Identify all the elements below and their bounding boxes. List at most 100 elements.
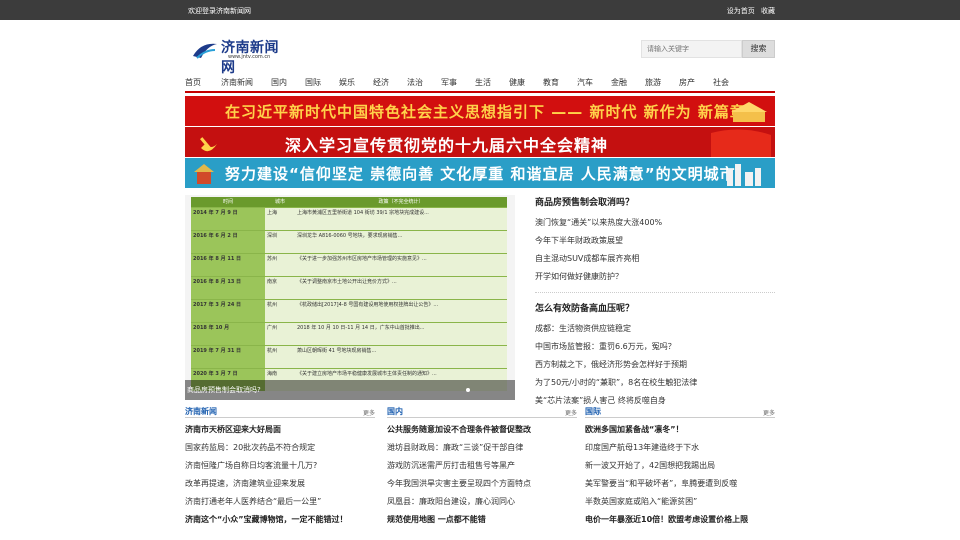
nav-item[interactable]: 旅游	[645, 75, 661, 91]
banner-area: 在习近平新时代中国特色社会主义思想指引下 —— 新时代 新作为 新篇章 深入学习…	[185, 96, 775, 188]
news-link[interactable]: 济南这个“小众”宝藏博物馆，一定不能错过！	[185, 511, 375, 529]
headline-link[interactable]: 中国市场监管报：重罚6.6万元，冤吗？	[535, 341, 775, 359]
table-cell-policy: 上海市黄浦区五里桥街道 104 街坊 39/1 宗地块完成建设...	[295, 206, 507, 230]
more-link[interactable]: 更多	[763, 408, 775, 417]
headline-list: 商品房预售制会取消吗？ 澳门恢复“通关”以来热度大涨400% 今年下半年财政政策展望…	[535, 195, 775, 413]
table-cell-city: 广州	[265, 321, 295, 345]
headline-link[interactable]: 今年下半年财政政策展望	[535, 235, 775, 253]
set-home-link[interactable]: 设为首页	[727, 7, 755, 15]
table-cell-city: 深圳	[265, 229, 295, 253]
tiananmen-icon	[731, 102, 767, 122]
table-header: 时间	[191, 197, 265, 207]
nav-item[interactable]: 济南新闻	[221, 75, 253, 91]
nav-item[interactable]: 首页	[185, 75, 201, 91]
nav-item[interactable]: 生活	[475, 75, 491, 91]
column-header: 国内 更多	[387, 406, 577, 418]
news-link[interactable]: 电价一年暴涨近10倍！欧盟考虑设置价格上限	[585, 511, 775, 529]
table-cell-policy: 深圳龙华 A816-0060 号地块，要求现房销售...	[295, 229, 507, 253]
news-link[interactable]: 欧洲多国加紧备战“凛冬”！	[585, 421, 775, 439]
table-cell-date: 2017 年 3 月 24 日	[191, 298, 265, 322]
nav-item[interactable]: 经济	[373, 75, 389, 91]
nav-item[interactable]: 金融	[611, 75, 627, 91]
banner-text: 在习近平新时代中国特色社会主义思想指引下 —— 新时代 新作为 新篇章	[225, 103, 746, 121]
table-cell-date: 2016 年 8 月 11 日	[191, 252, 265, 276]
header: 济南新闻网 www.jntv.com.cn 搜索	[185, 20, 775, 76]
news-link[interactable]: 今年我国洪旱灾害主要呈现四个方面特点	[387, 475, 577, 493]
more-link[interactable]: 更多	[363, 408, 375, 417]
table-cell-date: 2016 年 8 月 13 日	[191, 275, 265, 299]
more-link[interactable]: 更多	[565, 408, 577, 417]
news-columns: 济南新闻 更多济南市天桥区迎来大好局面 国家药监局：20批次药品不符合规定 济南恒隆广…	[185, 406, 775, 536]
news-link[interactable]: 游戏防沉迷需严厉打击租售号等黑产	[387, 457, 577, 475]
news-column: 济南新闻 更多济南市天桥区迎来大好局面 国家药监局：20批次药品不符合规定 济南恒隆广…	[185, 406, 375, 529]
news-link[interactable]: 改革再提速，济南建筑业迎来发展	[185, 475, 375, 493]
news-link[interactable]: 潍坊县财政局：廉政“三谈”促干部自律	[387, 439, 577, 457]
news-link[interactable]: 国家药监局：20批次药品不符合规定	[185, 439, 375, 457]
headline-link[interactable]: 澳门恢复“通关”以来热度大涨400%	[535, 217, 775, 235]
nav-item[interactable]: 娱乐	[339, 75, 355, 91]
news-link[interactable]: 规范使用地图 一点都不能错	[387, 511, 577, 529]
banner-text: 深入学习宣传贯彻党的十九届六中全会精神	[285, 136, 609, 155]
column-header: 济南新闻 更多	[185, 406, 375, 418]
globe-swoosh-icon	[193, 43, 217, 59]
nav-item[interactable]: 法治	[407, 75, 423, 91]
news-link[interactable]: 美军警要当“和平破坏者”，阜腾要遭到反噬	[585, 475, 775, 493]
column-title[interactable]: 国际	[585, 406, 601, 417]
headline-link[interactable]: 为了50元/小时的“兼职”，8名在校生触犯法律	[535, 377, 775, 395]
banner-xi-thought[interactable]: 在习近平新时代中国特色社会主义思想指引下 —— 新时代 新作为 新篇章	[185, 96, 775, 126]
search-button[interactable]: 搜索	[742, 40, 775, 58]
headline-title[interactable]: 怎么有效防备高血压呢？	[535, 301, 775, 314]
column-title[interactable]: 国内	[387, 406, 403, 417]
column-title[interactable]: 济南新闻	[185, 406, 217, 417]
featured-slideshow[interactable]: 时间 城市 政策（不完全统计） 2014 年 7 月 9 日上海 上海市黄浦区五里…	[185, 195, 515, 400]
nav-item[interactable]: 健康	[509, 75, 525, 91]
news-link[interactable]: 济南打通老年人医养结合“最后一公里”	[185, 493, 375, 511]
banner-sixth-plenum[interactable]: 深入学习宣传贯彻党的十九届六中全会精神	[185, 127, 775, 157]
news-column: 国内 更多公共服务随意加设不合理条件被督促整改 潍坊县财政局：廉政“三谈”促干部自律…	[387, 406, 577, 529]
table-cell-date: 2014 年 7 月 9 日	[191, 206, 265, 230]
main-content: 时间 城市 政策（不完全统计） 2014 年 7 月 9 日上海 上海市黄浦区五里…	[185, 195, 775, 405]
headline-link[interactable]: 开学如何做好健康防护？	[535, 271, 775, 289]
table-row: 2017 年 3 月 24 日杭州 《杭政储出[2017]4-8 号国有建设用地使…	[191, 298, 507, 322]
table-cell-policy: 《杭政储出[2017]4-8 号国有建设用地使用权挂牌出让公告》...	[295, 298, 507, 322]
news-link[interactable]: 济南恒隆广场自称日均客流量十几万?	[185, 457, 375, 475]
nav-item[interactable]: 教育	[543, 75, 559, 91]
nav-item[interactable]: 国内	[271, 75, 287, 91]
table-cell-city: 南京	[265, 275, 295, 299]
main-nav: 首页 济南新闻 国内 国际 娱乐 经济 法治 军事 生活 健康 教育 汽车 金融 旅游 房产 社会	[185, 75, 775, 93]
search-box: 搜索	[641, 40, 775, 58]
welcome-link[interactable]: 欢迎登录济南新闻网	[188, 6, 251, 16]
headline-link[interactable]: 自主混动SUV成都车展齐亮相	[535, 253, 775, 271]
news-link[interactable]: 济南市天桥区迎来大好局面	[185, 421, 375, 439]
table-row: 2014 年 7 月 9 日上海 上海市黄浦区五里桥街道 104 街坊 39/1 …	[191, 206, 507, 230]
table-row: 2016 年 6 月 2 日深圳 深圳龙华 A816-0060 号地块，要求现房销…	[191, 229, 507, 253]
slide-indicator-dot[interactable]	[466, 388, 470, 392]
news-link[interactable]: 印度国产航母13年建造终于下水	[585, 439, 775, 457]
column-header: 国际 更多	[585, 406, 775, 418]
headline-title[interactable]: 商品房预售制会取消吗？	[535, 195, 775, 208]
table-row: 2016 年 8 月 11 日苏州 《关于进一步加强苏州市区房地产市场管理的实施意…	[191, 252, 507, 276]
nav-item[interactable]: 汽车	[577, 75, 593, 91]
news-link[interactable]: 公共服务随意加设不合理条件被督促整改	[387, 421, 577, 439]
table-cell-city: 杭州	[265, 298, 295, 322]
favorite-link[interactable]: 收藏	[761, 7, 775, 15]
nav-item[interactable]: 社会	[713, 75, 729, 91]
site-logo[interactable]: 济南新闻网 www.jntv.com.cn	[191, 37, 291, 76]
headline-link[interactable]: 西方制裁之下，俄经济形势会怎样好于预期	[535, 359, 775, 377]
banner-civilized-city[interactable]: 努力建设“信仰坚定 崇德向善 文化厚重 和谐宜居 人民满意”的文明城市	[185, 158, 775, 188]
headline-link[interactable]: 成都：生活物资供应链稳定	[535, 323, 775, 341]
search-input[interactable]	[641, 40, 742, 58]
news-link[interactable]: 新一波又开始了，42国想把我踢出局	[585, 457, 775, 475]
nav-item[interactable]: 军事	[441, 75, 457, 91]
table-cell-policy: 《关于调整南京市土地公开出让竞价方式》...	[295, 275, 507, 299]
news-link[interactable]: 半数英国家庭或陷入“能源贫困”	[585, 493, 775, 511]
nav-item[interactable]: 房产	[679, 75, 695, 91]
banner-text: 努力建设“信仰坚定 崇德向善 文化厚重 和谐宜居 人民满意”的文明城市	[225, 165, 736, 183]
presale-policy-table: 时间 城市 政策（不完全统计） 2014 年 7 月 9 日上海 上海市黄浦区五里…	[191, 197, 507, 391]
table-cell-city: 苏州	[265, 252, 295, 276]
hammer-sickle-icon	[200, 137, 217, 152]
news-column: 国际 更多欧洲多国加紧备战“凛冬”！ 印度国产航母13年建造终于下水 新一波又开始了，…	[585, 406, 775, 529]
news-link[interactable]: 凤凰县：廉政阳台建设，廉心润同心	[387, 493, 577, 511]
nav-item[interactable]: 国际	[305, 75, 321, 91]
city-skyline-icon	[727, 164, 761, 186]
